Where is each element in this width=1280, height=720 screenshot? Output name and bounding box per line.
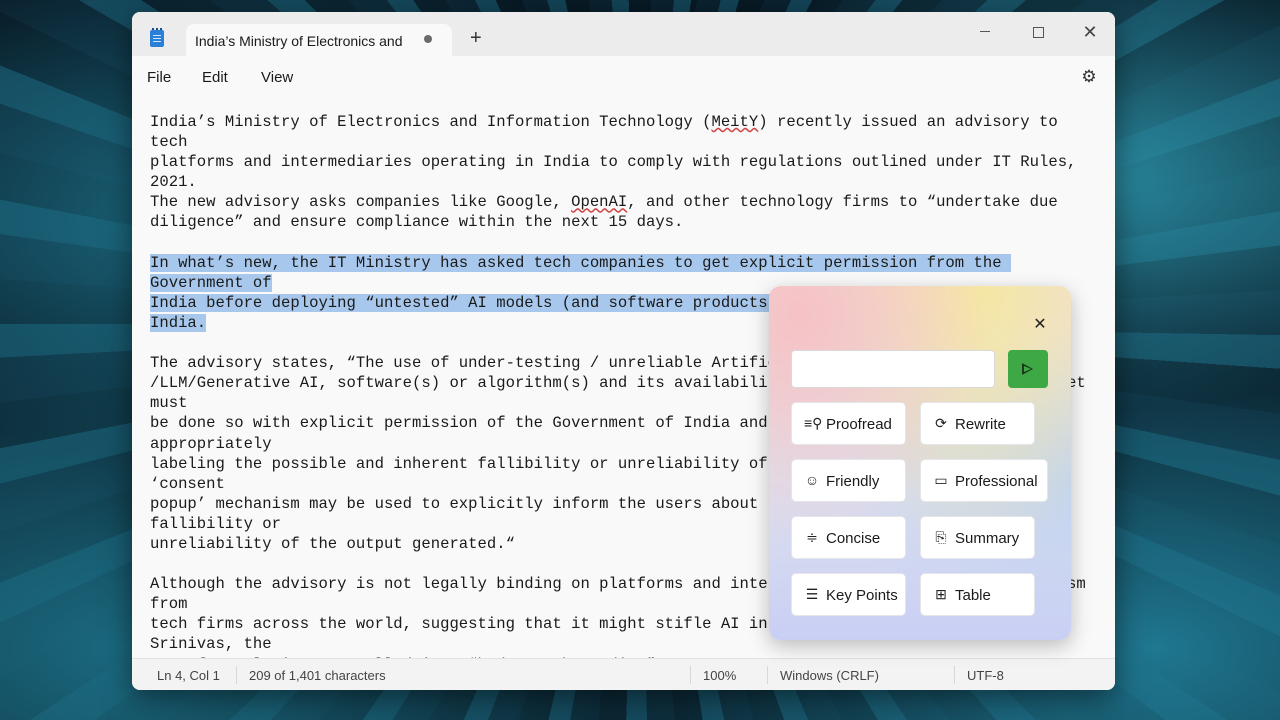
ai-rewrite-panel: ✕ ≡⚲ Proofread ⟳ Rewrite ☺ Friendly ▭ Pr… (769, 286, 1071, 640)
menu-view[interactable]: View (261, 69, 293, 86)
summary-button[interactable]: ⎘ Summary (920, 516, 1035, 559)
menu-bar: File Edit View (132, 56, 1115, 96)
minimize-icon (980, 31, 990, 32)
summary-icon: ⎘ (935, 529, 947, 545)
key-points-button[interactable]: ☰ Key Points (791, 573, 906, 616)
status-bar: Ln 4, Col 1 209 of 1,401 characters 100%… (132, 658, 1115, 690)
friendly-button[interactable]: ☺ Friendly (791, 459, 906, 502)
spelling-error[interactable]: MeitY (711, 113, 758, 131)
professional-button[interactable]: ▭ Professional (920, 459, 1048, 502)
encoding[interactable]: UTF-8 (967, 668, 1004, 683)
cursor-position[interactable]: Ln 4, Col 1 (157, 668, 220, 683)
send-icon (1022, 363, 1033, 375)
unsaved-indicator-icon[interactable] (424, 35, 432, 43)
smiley-icon: ☺ (804, 472, 820, 488)
list-icon: ☰ (805, 586, 819, 602)
divider (236, 666, 237, 684)
new-tab-button[interactable]: + (470, 28, 482, 48)
menu-file[interactable]: File (147, 69, 171, 86)
minimize-button[interactable] (970, 20, 1000, 44)
paragraph-1: India’s Ministry of Electronics and Info… (150, 113, 1077, 232)
proofread-icon: ≡⚲ (804, 415, 823, 431)
divider (767, 666, 768, 684)
gear-icon[interactable]: ⚙ (1080, 68, 1098, 86)
close-panel-button[interactable]: ✕ (1031, 316, 1049, 334)
menu-edit[interactable]: Edit (202, 69, 228, 86)
tab-title: India’s Ministry of Electronics and (195, 33, 403, 49)
concise-icon: ≑ (806, 529, 818, 545)
close-window-button[interactable]: ✕ (1075, 20, 1105, 44)
maximize-icon (1032, 27, 1044, 38)
divider (690, 666, 691, 684)
send-button[interactable] (1008, 350, 1048, 388)
divider (954, 666, 955, 684)
table-icon: ⊞ (935, 586, 947, 602)
character-count: 209 of 1,401 characters (249, 668, 386, 683)
spelling-error[interactable]: OpenAI (571, 193, 627, 211)
line-ending[interactable]: Windows (CRLF) (780, 668, 879, 683)
document-tab[interactable]: India’s Ministry of Electronics and (186, 24, 452, 56)
table-button[interactable]: ⊞ Table (920, 573, 1035, 616)
briefcase-icon: ▭ (934, 472, 948, 488)
concise-button[interactable]: ≑ Concise (791, 516, 906, 559)
title-bar: India’s Ministry of Electronics and + ✕ (132, 12, 1115, 56)
maximize-button[interactable] (1023, 20, 1053, 44)
zoom-level[interactable]: 100% (703, 668, 736, 683)
proofread-button[interactable]: ≡⚲ Proofread (791, 402, 906, 445)
notepad-icon (150, 28, 164, 47)
rewrite-button[interactable]: ⟳ Rewrite (920, 402, 1035, 445)
rewrite-icon: ⟳ (935, 415, 947, 431)
prompt-input[interactable] (791, 350, 995, 388)
